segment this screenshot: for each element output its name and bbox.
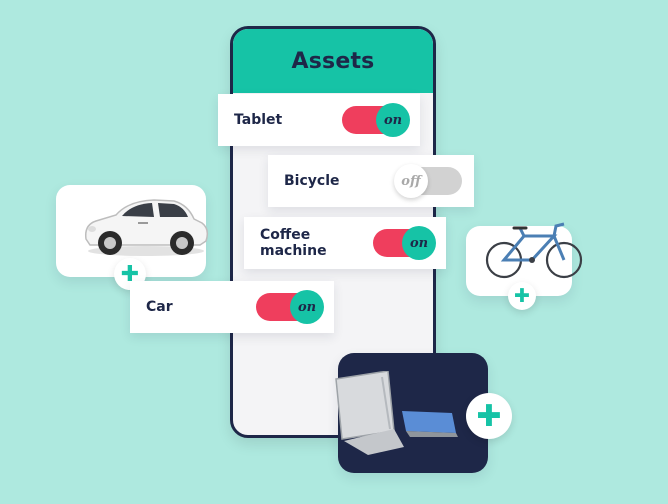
bicycle-image [485, 222, 583, 279]
toggle-knob: on [402, 226, 436, 260]
toggle-knob: on [290, 290, 324, 324]
bicycle-toggle[interactable]: off [394, 164, 462, 198]
asset-row-coffee-machine: Coffee machine on [244, 217, 446, 269]
asset-label: Car [146, 299, 173, 315]
plus-icon: ✚ [514, 285, 530, 307]
tablet-toggle[interactable]: on [342, 103, 410, 137]
asset-label: Bicycle [284, 173, 340, 189]
assets-illustration: Assets ✚ ✚ ✚ Tablet on Bicycle off Coffe… [0, 0, 668, 504]
add-tablet-button[interactable]: ✚ [466, 393, 512, 439]
asset-row-bicycle: Bicycle off [268, 155, 474, 207]
asset-row-tablet: Tablet on [218, 94, 420, 146]
plus-icon: ✚ [476, 398, 502, 434]
asset-label: Tablet [234, 112, 283, 128]
asset-row-car: Car on [130, 281, 334, 333]
page-title: Assets [291, 48, 375, 74]
toggle-knob: on [376, 103, 410, 137]
tablet-image [335, 371, 458, 455]
add-bicycle-button[interactable]: ✚ [508, 282, 536, 310]
phone-header: Assets [233, 29, 433, 93]
car-image [84, 199, 209, 256]
asset-label: Coffee machine [260, 227, 327, 259]
toggle-knob: off [394, 164, 428, 198]
coffee-machine-toggle[interactable]: on [372, 226, 436, 260]
car-toggle[interactable]: on [256, 290, 324, 324]
